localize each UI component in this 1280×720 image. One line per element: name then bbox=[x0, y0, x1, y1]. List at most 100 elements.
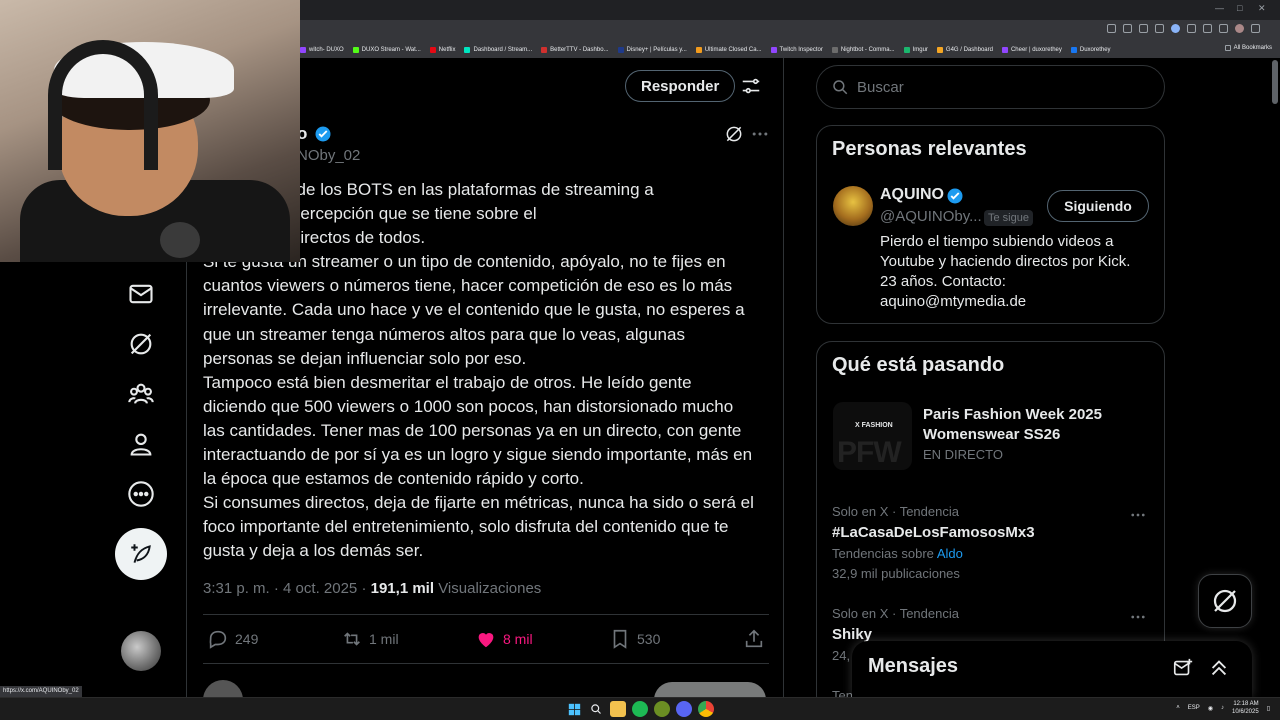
bookmark-action[interactable]: 530 bbox=[609, 628, 660, 650]
trend-more-icon[interactable] bbox=[1129, 506, 1147, 524]
bookmark-item[interactable]: Imgur bbox=[903, 47, 928, 53]
minimize-icon[interactable]: — bbox=[1215, 3, 1224, 13]
messages-drawer[interactable]: Mensajes bbox=[852, 641, 1252, 697]
grok-icon[interactable] bbox=[127, 330, 155, 358]
account-avatar[interactable] bbox=[121, 631, 161, 671]
notifications-icon[interactable]: ▯ bbox=[1267, 705, 1270, 712]
zoom-icon[interactable] bbox=[1139, 24, 1148, 33]
folder-icon bbox=[1224, 45, 1231, 51]
trend-post-count: 32,9 mil publicaciones bbox=[832, 566, 960, 581]
post-text-line: las cantidades. Tener mas de 100 persona… bbox=[203, 420, 742, 440]
messages-icon[interactable] bbox=[127, 280, 155, 308]
maximize-icon[interactable]: □ bbox=[1237, 3, 1242, 13]
bookmark-item[interactable]: BetterTTV - Dashbo... bbox=[541, 47, 609, 53]
grok-floating-button[interactable] bbox=[1198, 574, 1252, 628]
profile-avatar-icon[interactable] bbox=[1235, 24, 1244, 33]
bookmark-item[interactable]: Cheer | duxorethey bbox=[1001, 47, 1062, 53]
search-icon bbox=[833, 80, 848, 95]
windows-taskbar: ˄ ESP ◉ ♪ 12:18 AM 10/6/2025 ▯ bbox=[0, 697, 1280, 720]
bookmark-label: Nightbot - Comma... bbox=[840, 47, 895, 53]
repost-action[interactable]: 1 mil bbox=[341, 628, 399, 650]
divider bbox=[203, 614, 769, 615]
install-app-icon[interactable] bbox=[1107, 24, 1116, 33]
bookmark-item[interactable]: DUXO Stream - Wat... bbox=[352, 47, 421, 53]
more-options-icon[interactable] bbox=[127, 480, 155, 508]
search-input[interactable] bbox=[857, 78, 1137, 96]
compose-post-button[interactable] bbox=[115, 528, 167, 580]
sidebar-icon[interactable] bbox=[1219, 24, 1228, 33]
reply-button[interactable]: Responder bbox=[625, 70, 736, 102]
reply-submit-button[interactable] bbox=[654, 682, 766, 697]
new-message-icon[interactable] bbox=[1172, 657, 1194, 679]
relevant-user-name[interactable]: AQUINO bbox=[880, 186, 944, 204]
panel-title: Personas relevantes bbox=[832, 138, 1027, 160]
downloads-icon[interactable] bbox=[1203, 24, 1212, 33]
meta-separator: · bbox=[361, 580, 367, 597]
spotify-icon[interactable] bbox=[632, 701, 648, 717]
bookmark-item[interactable]: Disney+ | Películas y... bbox=[617, 47, 687, 53]
chrome-icon[interactable] bbox=[698, 701, 714, 717]
post-time[interactable]: 3:31 p. m. bbox=[203, 580, 270, 597]
views-label: Visualizaciones bbox=[438, 580, 542, 597]
communities-icon[interactable] bbox=[127, 380, 155, 408]
reply-action[interactable]: 249 bbox=[207, 628, 258, 650]
bookmark-item[interactable]: G4G / Dashboard bbox=[936, 47, 993, 53]
post-date[interactable]: 4 oct. 2025 bbox=[283, 580, 357, 597]
bookmark-item[interactable]: Twitch Inspector bbox=[770, 47, 823, 53]
volume-icon[interactable]: ♪ bbox=[1221, 705, 1224, 711]
share-icon bbox=[745, 629, 763, 648]
filter-sliders-icon[interactable] bbox=[740, 75, 762, 97]
discord-icon[interactable] bbox=[676, 701, 692, 717]
views-count: 191,1 mil bbox=[370, 580, 435, 597]
relevant-user-handle[interactable]: @AQUINOby... bbox=[880, 208, 982, 225]
bookmark-item[interactable]: witch- DUXO bbox=[300, 47, 344, 53]
start-icon[interactable] bbox=[566, 701, 582, 717]
featured-trend-status: EN DIRECTO bbox=[923, 447, 1003, 462]
repost-count: 1 mil bbox=[369, 631, 399, 647]
bookmark-item[interactable]: Dashboard / Stream... bbox=[464, 47, 532, 53]
post-more-icon[interactable] bbox=[750, 124, 770, 144]
browser-menu-icon[interactable] bbox=[1251, 24, 1260, 33]
bookmark-item[interactable]: Netflix bbox=[429, 47, 455, 53]
taskbar-search-icon[interactable] bbox=[588, 701, 604, 717]
grok-explain-icon[interactable] bbox=[724, 124, 744, 144]
profile-icon[interactable] bbox=[127, 430, 155, 458]
share-action[interactable] bbox=[743, 628, 765, 650]
page-scrollbar[interactable] bbox=[1272, 60, 1278, 104]
wifi-icon[interactable]: ◉ bbox=[1208, 705, 1213, 712]
thumbnail-label: X FASHION bbox=[855, 422, 893, 429]
bookmark-item[interactable]: Nightbot - Comma... bbox=[831, 47, 895, 53]
extension-icon[interactable] bbox=[1171, 24, 1180, 33]
relevant-user-avatar[interactable] bbox=[833, 186, 873, 226]
webcam-microphone bbox=[160, 222, 200, 258]
bookmark-star-icon[interactable] bbox=[1155, 24, 1164, 33]
chevron-up-icon[interactable] bbox=[1208, 657, 1230, 679]
webcam-overlay bbox=[0, 0, 300, 262]
bookmark-favicon-icon bbox=[770, 47, 777, 53]
trend-name[interactable]: #LaCasaDeLosFamososMx3 bbox=[832, 524, 1035, 541]
language-indicator[interactable]: ESP bbox=[1188, 705, 1200, 711]
all-bookmarks-button[interactable]: All Bookmarks bbox=[1224, 45, 1272, 51]
trend-context-link[interactable]: Aldo bbox=[937, 546, 963, 561]
following-button[interactable]: Siguiendo bbox=[1047, 190, 1149, 222]
file-explorer-icon[interactable] bbox=[610, 701, 626, 717]
featured-trend-title[interactable]: Paris Fashion Week 2025 Womenswear SS26 bbox=[923, 405, 1153, 445]
relevant-user-bio: Pierdo el tiempo subiendo videos a Youtu… bbox=[880, 233, 1131, 310]
trend-thumbnail[interactable]: X FASHION PFW bbox=[833, 402, 912, 470]
bookmark-item[interactable]: Duxorethey bbox=[1070, 47, 1111, 53]
chevron-up-icon[interactable]: ˄ bbox=[1176, 705, 1180, 711]
translate-icon[interactable] bbox=[1123, 24, 1132, 33]
feather-plus-icon bbox=[131, 544, 151, 563]
bookmark-favicon-icon bbox=[541, 47, 548, 53]
author-handle[interactable]: NOby_02 bbox=[297, 147, 360, 164]
trend-context-prefix: Tendencias sobre bbox=[832, 546, 934, 561]
clock[interactable]: 12:18 AM 10/6/2025 bbox=[1232, 700, 1259, 716]
close-icon[interactable]: ✕ bbox=[1258, 3, 1266, 14]
extensions-puzzle-icon[interactable] bbox=[1187, 24, 1196, 33]
bookmark-item[interactable]: Ultimate Closed Ca... bbox=[695, 47, 762, 53]
app-icon[interactable] bbox=[654, 701, 670, 717]
like-action[interactable]: 8 mil bbox=[475, 628, 533, 650]
bookmark-favicon-icon bbox=[300, 47, 306, 53]
trend-more-icon[interactable] bbox=[1129, 608, 1147, 626]
search-box[interactable] bbox=[816, 65, 1165, 109]
